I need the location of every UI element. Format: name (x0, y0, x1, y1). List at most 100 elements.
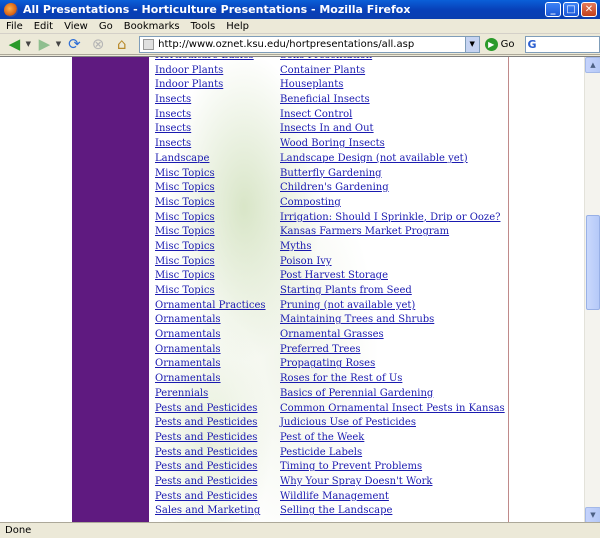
presentation-link[interactable]: Post Harvest Storage (280, 270, 388, 281)
presentation-link[interactable]: Preferred Trees (280, 344, 361, 355)
category-link[interactable]: Misc Topics (155, 226, 215, 237)
presentation-link[interactable]: Myths (280, 241, 311, 252)
search-box[interactable]: G (524, 35, 600, 53)
category-link[interactable]: Pests and Pesticides (155, 461, 257, 472)
category-link[interactable]: Misc Topics (155, 212, 215, 223)
presentation-link[interactable]: Wildlife Management (280, 491, 389, 502)
category-link[interactable]: Ornamentals (155, 344, 221, 355)
minimize-button[interactable]: _ (545, 2, 561, 17)
presentation-link[interactable]: Insect Control (280, 109, 352, 120)
scroll-up-arrow-icon[interactable]: ▲ (585, 57, 600, 73)
presentation-link[interactable]: Children's Gardening (280, 182, 389, 193)
category-link[interactable]: Ornamentals (155, 373, 221, 384)
presentation-link[interactable]: Common Ornamental Insect Pests in Kansas (280, 403, 505, 414)
table-row: Misc Topics Starting Plants from Seed (155, 285, 505, 300)
table-row: Misc Topics Irrigation: Should I Sprinkle… (155, 212, 505, 227)
presentation-link[interactable]: Pesticide Labels (280, 447, 362, 458)
category-link[interactable]: Ornamentals (155, 358, 221, 369)
address-bar[interactable]: http://www.oznet.ksu.edu/hortpresentatio… (139, 35, 480, 53)
category-link[interactable]: Misc Topics (155, 285, 215, 296)
category-link[interactable]: Misc Topics (155, 270, 215, 281)
presentation-link[interactable]: Poison Ivy (280, 256, 332, 267)
category-link[interactable]: Indoor Plants (155, 65, 223, 76)
table-row: Misc Topics Children's Gardening (155, 182, 505, 197)
presentation-link[interactable]: Timing to Prevent Problems (280, 461, 422, 472)
menu-edit[interactable]: Edit (34, 21, 53, 32)
category-link[interactable]: Misc Topics (155, 197, 215, 208)
category-link[interactable]: Ornamentals (155, 314, 221, 325)
close-button[interactable]: ✕ (581, 2, 597, 17)
category-link[interactable]: Perennials (155, 388, 208, 399)
presentation-link[interactable]: Landscape Design (not available yet) (280, 153, 468, 164)
presentation-link[interactable]: Starting Plants from Seed (280, 285, 412, 296)
table-row: Horticulture Basics Soils Presentation (155, 57, 505, 65)
category-link[interactable]: Pests and Pesticides (155, 417, 257, 428)
google-search-icon: G (527, 37, 537, 51)
presentation-link[interactable]: Wood Boring Insects (280, 138, 385, 149)
address-dropdown-icon[interactable]: ▼ (464, 36, 479, 52)
presentation-link[interactable]: Kansas Farmers Market Program (280, 226, 449, 237)
category-link[interactable]: Insects (155, 138, 191, 149)
menu-bookmarks[interactable]: Bookmarks (124, 21, 180, 32)
category-link[interactable]: Pests and Pesticides (155, 432, 257, 443)
menu-tools[interactable]: Tools (191, 21, 216, 32)
category-link[interactable]: Insects (155, 109, 191, 120)
presentation-link[interactable]: Basics of Perennial Gardening (280, 388, 433, 399)
presentation-link[interactable]: Pruning (not available yet) (280, 300, 415, 311)
category-link[interactable]: Insects (155, 94, 191, 105)
category-link[interactable]: Landscape (155, 153, 209, 164)
category-link[interactable]: Ornamental Practices (155, 300, 266, 311)
presentation-link[interactable]: Beneficial Insects (280, 94, 370, 105)
presentations-list: Horticulture Basics Soils Presentation Ind… (155, 57, 505, 520)
scroll-down-arrow-icon[interactable]: ▼ (585, 507, 600, 522)
presentation-link[interactable]: Why Your Spray Doesn't Work (280, 476, 432, 487)
presentation-link[interactable]: Butterfly Gardening (280, 168, 382, 179)
go-button[interactable]: ▶ Go (484, 37, 515, 51)
menu-view[interactable]: View (64, 21, 88, 32)
category-link[interactable]: Ornamentals (155, 329, 221, 340)
menu-file[interactable]: File (6, 21, 23, 32)
presentation-link[interactable]: Selling the Landscape (280, 505, 392, 516)
presentation-link[interactable]: Insects In and Out (280, 123, 374, 134)
category-link[interactable]: Misc Topics (155, 168, 215, 179)
forward-dropdown-icon[interactable]: ▼ (56, 40, 61, 48)
vertical-scrollbar[interactable]: ▲ ▼ (584, 57, 600, 522)
address-url[interactable]: http://www.oznet.ksu.edu/hortpresentatio… (158, 39, 414, 50)
scroll-thumb[interactable] (586, 215, 600, 310)
navigation-toolbar: ◀ ▼ ▶ ▼ ⟳ ⊗ ⌂ http://www.oznet.ksu.edu/h… (0, 34, 600, 55)
category-link[interactable]: Insects (155, 123, 191, 134)
presentation-link[interactable]: Houseplants (280, 79, 343, 90)
category-link[interactable]: Horticulture Basics (155, 57, 254, 61)
menu-help[interactable]: Help (226, 21, 249, 32)
category-link[interactable]: Sales and Marketing (155, 505, 260, 516)
presentation-link[interactable]: Composting (280, 197, 341, 208)
presentation-link[interactable]: Ornamental Grasses (280, 329, 384, 340)
presentation-link[interactable]: Roses for the Rest of Us (280, 373, 402, 384)
category-link[interactable]: Misc Topics (155, 256, 215, 267)
presentation-link[interactable]: Judicious Use of Pesticides (280, 417, 416, 428)
table-row: Perennials Basics of Perennial Gardening (155, 388, 505, 403)
maximize-button[interactable]: □ (563, 2, 579, 17)
menu-go[interactable]: Go (99, 21, 113, 32)
category-link[interactable]: Pests and Pesticides (155, 447, 257, 458)
presentation-link[interactable]: Container Plants (280, 65, 365, 76)
home-icon[interactable]: ⌂ (111, 35, 132, 54)
category-link[interactable]: Pests and Pesticides (155, 476, 257, 487)
category-link[interactable]: Misc Topics (155, 182, 215, 193)
category-link[interactable]: Misc Topics (155, 241, 215, 252)
presentation-link[interactable]: Soils Presentation (280, 57, 372, 61)
table-row: Misc Topics Post Harvest Storage (155, 270, 505, 285)
back-arrow-icon[interactable]: ◀ (4, 35, 25, 54)
presentation-link[interactable]: Propagating Roses (280, 358, 375, 369)
firefox-window: All Presentations - Horticulture Present… (0, 0, 600, 538)
category-link[interactable]: Pests and Pesticides (155, 491, 257, 502)
stop-icon[interactable]: ⊗ (88, 35, 109, 54)
category-link[interactable]: Indoor Plants (155, 79, 223, 90)
forward-arrow-icon[interactable]: ▶ (34, 35, 55, 54)
presentation-link[interactable]: Pest of the Week (280, 432, 364, 443)
reload-icon[interactable]: ⟳ (64, 35, 85, 54)
back-dropdown-icon[interactable]: ▼ (26, 40, 31, 48)
category-link[interactable]: Pests and Pesticides (155, 403, 257, 414)
presentation-link[interactable]: Irrigation: Should I Sprinkle, Drip or O… (280, 212, 500, 223)
presentation-link[interactable]: Maintaining Trees and Shrubs (280, 314, 434, 325)
